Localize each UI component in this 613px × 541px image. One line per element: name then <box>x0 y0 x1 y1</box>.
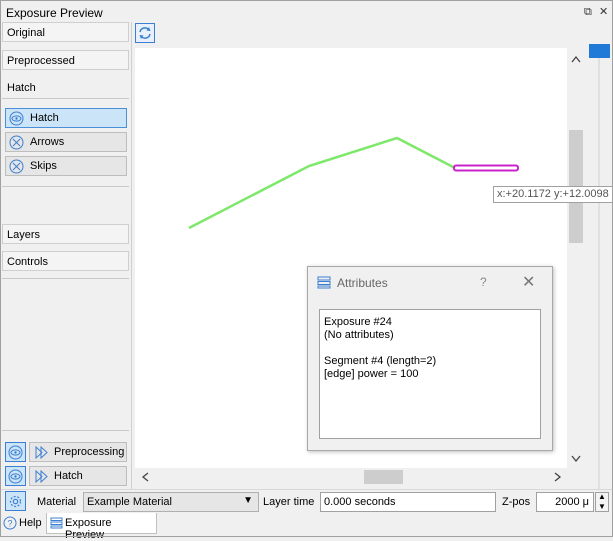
divider <box>2 186 129 187</box>
attribute-line: [edge] power = 100 <box>324 368 419 380</box>
eye-icon <box>8 445 23 460</box>
exposure-path <box>188 136 456 230</box>
section-hatch[interactable]: Hatch <box>2 77 129 97</box>
close-icon[interactable]: ✕ <box>522 272 535 292</box>
left-panel: Original Preprocessed Hatch Hatch Arrows… <box>1 22 132 490</box>
divider <box>2 430 129 431</box>
chevron-down-icon[interactable]: ▼ <box>598 502 606 511</box>
zpos-stepper[interactable]: ▲ ▼ <box>595 492 609 512</box>
attributes-text: Exposure #24 (No attributes) Segment #4 … <box>319 309 541 439</box>
tab-exposure-preview[interactable]: Exposure Preview <box>46 513 157 541</box>
eye-icon <box>9 111 24 126</box>
vertical-scrollbar[interactable] <box>567 48 585 468</box>
skips-toggle-button[interactable]: Skips <box>5 156 127 176</box>
section-original[interactable]: Original <box>2 22 129 42</box>
side-indicator <box>589 44 610 58</box>
preprocessing-button[interactable]: Preprocessing <box>29 442 127 462</box>
help-circle-icon: ? <box>3 516 17 530</box>
tab-help-label: Help <box>19 517 42 529</box>
divider <box>2 98 129 99</box>
svg-text:?: ? <box>7 519 12 529</box>
preprocessing-visibility-button[interactable] <box>5 442 26 462</box>
hatch-label: Hatch <box>54 470 83 482</box>
section-controls[interactable]: Controls <box>2 251 129 271</box>
material-label: Material <box>37 496 77 508</box>
horizontal-scrollbar[interactable] <box>135 468 567 486</box>
tab-exposure-preview-label: Exposure Preview <box>65 517 112 541</box>
section-layers[interactable]: Layers <box>2 224 129 244</box>
attribute-line: Segment #4 (length=2) <box>324 355 437 367</box>
viewport-toolbar <box>133 22 585 48</box>
window-title: Exposure Preview <box>6 6 103 20</box>
attribute-line: (No attributes) <box>324 329 394 341</box>
section-preprocessed[interactable]: Preprocessed <box>2 50 129 70</box>
chevron-up-icon[interactable]: ▲ <box>598 492 606 501</box>
play-forward-icon <box>35 470 48 483</box>
hatch-toggle-label: Hatch <box>30 112 59 124</box>
layer-time-field[interactable]: 0.000 seconds <box>320 492 496 512</box>
refresh-button[interactable] <box>135 23 155 43</box>
zpos-field[interactable]: 2000 μ <box>536 492 594 512</box>
tab-help[interactable]: ? Help <box>1 513 45 534</box>
material-select[interactable]: Example Material ▼ <box>83 492 259 512</box>
chevron-down-icon: ▼ <box>243 495 253 506</box>
hatch-visibility-button[interactable] <box>5 466 26 486</box>
zpos-label: Z-pos <box>502 496 531 508</box>
scroll-thumb <box>364 470 403 484</box>
help-icon[interactable]: ? <box>480 275 487 289</box>
dock-tabs: ? Help Exposure Preview <box>1 513 612 541</box>
material-value: Example Material <box>87 496 172 508</box>
float-icon[interactable]: ⧉ <box>584 6 592 18</box>
hatch-toggle-button[interactable]: Hatch <box>5 108 127 128</box>
bottom-bar: Material Example Material ▼ Layer time 0… <box>1 489 612 513</box>
title-bar: Exposure Preview ⧉ ✕ <box>1 1 612 23</box>
arrows-toggle-button[interactable]: Arrows <box>5 132 127 152</box>
list-icon <box>50 517 63 529</box>
refresh-icon <box>139 27 151 39</box>
preprocessing-label: Preprocessing <box>54 446 125 458</box>
coordinate-tooltip: x:+20.1172 y:+12.0098 <box>493 186 613 203</box>
eye-icon <box>8 469 23 484</box>
attribute-line: Exposure #24 <box>324 316 392 328</box>
arrows-toggle-label: Arrows <box>30 136 65 148</box>
close-icon[interactable]: ✕ <box>599 6 608 18</box>
attribute-line <box>324 342 536 355</box>
gear-icon <box>9 495 22 508</box>
hidden-icon <box>9 159 24 174</box>
right-side-panel <box>587 40 611 490</box>
play-forward-icon <box>35 446 48 459</box>
layer-time-label: Layer time <box>263 496 315 508</box>
divider <box>2 278 129 279</box>
skips-toggle-label: Skips <box>30 160 57 172</box>
attributes-dialog: Attributes ? ✕ Exposure #24 (No attribut… <box>307 266 553 451</box>
selected-segment <box>453 164 519 172</box>
hidden-icon <box>9 135 24 150</box>
list-icon <box>317 276 331 289</box>
hatch-button[interactable]: Hatch <box>29 466 127 486</box>
settings-button[interactable] <box>5 491 26 511</box>
dialog-title: Attributes <box>337 276 388 290</box>
